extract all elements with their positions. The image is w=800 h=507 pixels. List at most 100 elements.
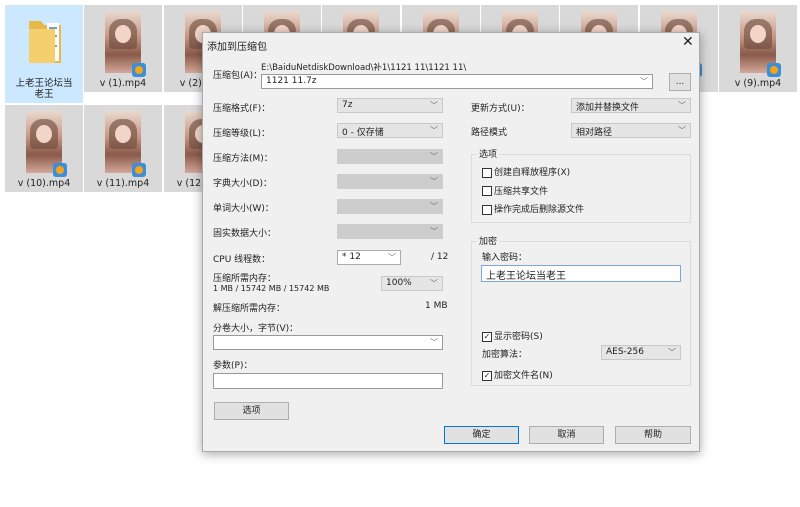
cpu-max: / 12 xyxy=(431,252,449,262)
params-input[interactable] xyxy=(213,373,443,389)
video-thumbnail xyxy=(26,111,67,177)
play-icon xyxy=(132,63,146,77)
level-value: 0 - 仅存储 xyxy=(342,128,384,138)
level-select[interactable]: 0 - 仅存储 ﹀ xyxy=(337,123,443,138)
options-group-title: 选项 xyxy=(477,147,500,160)
update-value: 添加并替换文件 xyxy=(576,103,640,113)
chevron-down-icon: ﹀ xyxy=(430,152,438,161)
file-name: v (1).mp4 xyxy=(99,78,147,89)
checkbox-icon xyxy=(482,167,492,178)
show-password-label: 显示密码(S) xyxy=(494,332,543,342)
option-checkbox-label: 创建自释放程序(X) xyxy=(494,168,571,178)
file-name: v (11).mp4 xyxy=(96,178,150,189)
add-to-archive-dialog: 添加到压缩包 ✕ 压缩包(A)： E:\BaiduNetdiskDownload… xyxy=(202,32,700,452)
chevron-down-icon: ﹀ xyxy=(430,126,438,135)
solid-label: 固实数据大小： xyxy=(213,229,277,239)
mem-value: 1 MB / 15742 MB / 15742 MB xyxy=(213,284,330,293)
cpu-value: * 12 xyxy=(342,252,361,262)
mem-percent-select[interactable]: 100% ﹀ xyxy=(381,276,443,291)
encrypt-names-label: 加密文件名(N) xyxy=(494,371,553,381)
chevron-down-icon: ﹀ xyxy=(640,77,648,86)
algo-value: AES-256 xyxy=(606,347,644,357)
format-value: 7z xyxy=(342,100,353,110)
password-input[interactable]: 上老王论坛当老王 xyxy=(481,265,681,282)
mem-percent-value: 100% xyxy=(386,278,412,288)
archive-name-value: 1121 11.7z xyxy=(266,76,317,86)
browse-button[interactable]: ... xyxy=(669,73,691,91)
file-name: v (10).mp4 xyxy=(17,178,71,189)
dict-select: ﹀ xyxy=(337,174,443,189)
word-label: 单词大小(W)： xyxy=(213,204,274,214)
algo-select[interactable]: AES-256 ﹀ xyxy=(601,345,681,360)
algo-label: 加密算法： xyxy=(482,350,528,360)
options-button[interactable]: 选项 xyxy=(214,402,289,420)
show-password-checkbox[interactable]: ✓ 显示密码(S) xyxy=(482,329,543,342)
chevron-down-icon: ﹀ xyxy=(678,126,686,135)
file-name: 上老王论坛当老王 xyxy=(15,78,73,100)
play-icon xyxy=(132,163,146,177)
path-select[interactable]: 相对路径 ﹀ xyxy=(571,123,691,138)
password-label: 输入密码： xyxy=(482,253,528,263)
file-item[interactable]: v (1).mp4 xyxy=(84,5,162,92)
chevron-down-icon: ﹀ xyxy=(668,348,676,357)
folder-icon xyxy=(29,21,61,63)
chevron-down-icon: ﹀ xyxy=(430,338,438,347)
chevron-down-icon: ﹀ xyxy=(430,177,438,186)
file-item[interactable]: v (10).mp4 xyxy=(5,105,83,192)
solid-select: ﹀ xyxy=(337,224,443,239)
close-icon[interactable]: ✕ xyxy=(682,34,694,50)
option-checkbox[interactable]: 创建自释放程序(X) xyxy=(482,165,570,178)
checkbox-icon xyxy=(482,204,492,215)
video-thumbnail xyxy=(740,11,781,77)
word-select: ﹀ xyxy=(337,199,443,214)
decomp-label: 解压缩所需内存： xyxy=(213,304,286,314)
cpu-select[interactable]: * 12 ﹀ xyxy=(337,250,401,265)
option-checkbox-label: 操作完成后删除源文件 xyxy=(494,205,585,215)
file-item[interactable]: v (9).mp4 xyxy=(719,5,797,92)
archive-label: 压缩包(A)： xyxy=(213,71,263,81)
file-item[interactable]: v (11).mp4 xyxy=(84,105,162,192)
path-label: 路径模式 xyxy=(471,128,508,138)
chevron-down-icon: ﹀ xyxy=(430,202,438,211)
chevron-down-icon: ﹀ xyxy=(430,279,438,288)
level-label: 压缩等级(L)： xyxy=(213,129,271,139)
checkbox-checked-icon: ✓ xyxy=(482,370,492,381)
archive-name-combo[interactable]: 1121 11.7z ﹀ xyxy=(261,74,653,89)
checkbox-icon xyxy=(482,186,492,196)
encrypt-group-title: 加密 xyxy=(477,234,500,247)
update-label: 更新方式(U)： xyxy=(471,104,530,114)
cpu-label: CPU 线程数： xyxy=(213,255,271,265)
video-thumbnail xyxy=(105,11,146,77)
chevron-down-icon: ﹀ xyxy=(388,253,396,262)
option-checkbox[interactable]: 操作完成后删除源文件 xyxy=(482,202,584,215)
format-label: 压缩格式(F)： xyxy=(213,104,271,114)
chevron-down-icon: ﹀ xyxy=(430,101,438,110)
format-select[interactable]: 7z ﹀ xyxy=(337,98,443,113)
option-checkbox[interactable]: 压缩共享文件 xyxy=(482,184,548,197)
split-label: 分卷大小，字节(V)： xyxy=(213,324,299,334)
option-checkbox-label: 压缩共享文件 xyxy=(494,186,549,197)
split-combo[interactable]: ﹀ xyxy=(213,335,443,350)
encrypt-names-checkbox[interactable]: ✓ 加密文件名(N) xyxy=(482,368,553,381)
dict-label: 字典大小(D)： xyxy=(213,179,272,189)
video-thumbnail xyxy=(105,111,146,177)
decomp-value: 1 MB xyxy=(425,301,448,311)
path-value: 相对路径 xyxy=(576,128,613,138)
chevron-down-icon: ﹀ xyxy=(678,101,686,110)
checkbox-checked-icon: ✓ xyxy=(482,331,492,342)
ok-button[interactable]: 确定 xyxy=(444,426,519,444)
params-label: 参数(P)： xyxy=(213,361,253,371)
help-button[interactable]: 帮助 xyxy=(615,426,691,444)
dialog-title: 添加到压缩包 xyxy=(207,42,267,53)
method-select: ﹀ xyxy=(337,149,443,164)
update-select[interactable]: 添加并替换文件 ﹀ xyxy=(571,98,691,113)
play-icon xyxy=(767,63,781,77)
play-icon xyxy=(53,163,67,177)
folder-item[interactable]: 上老王论坛当老王 xyxy=(5,5,83,103)
cancel-button[interactable]: 取消 xyxy=(529,426,604,444)
file-name: v (9).mp4 xyxy=(734,78,782,89)
method-label: 压缩方法(M)： xyxy=(213,154,273,164)
chevron-down-icon: ﹀ xyxy=(430,227,438,236)
archive-path: E:\BaiduNetdiskDownload\补1\1121 11\1121 … xyxy=(261,63,467,73)
mem-label: 压缩所需内存： xyxy=(213,274,277,284)
